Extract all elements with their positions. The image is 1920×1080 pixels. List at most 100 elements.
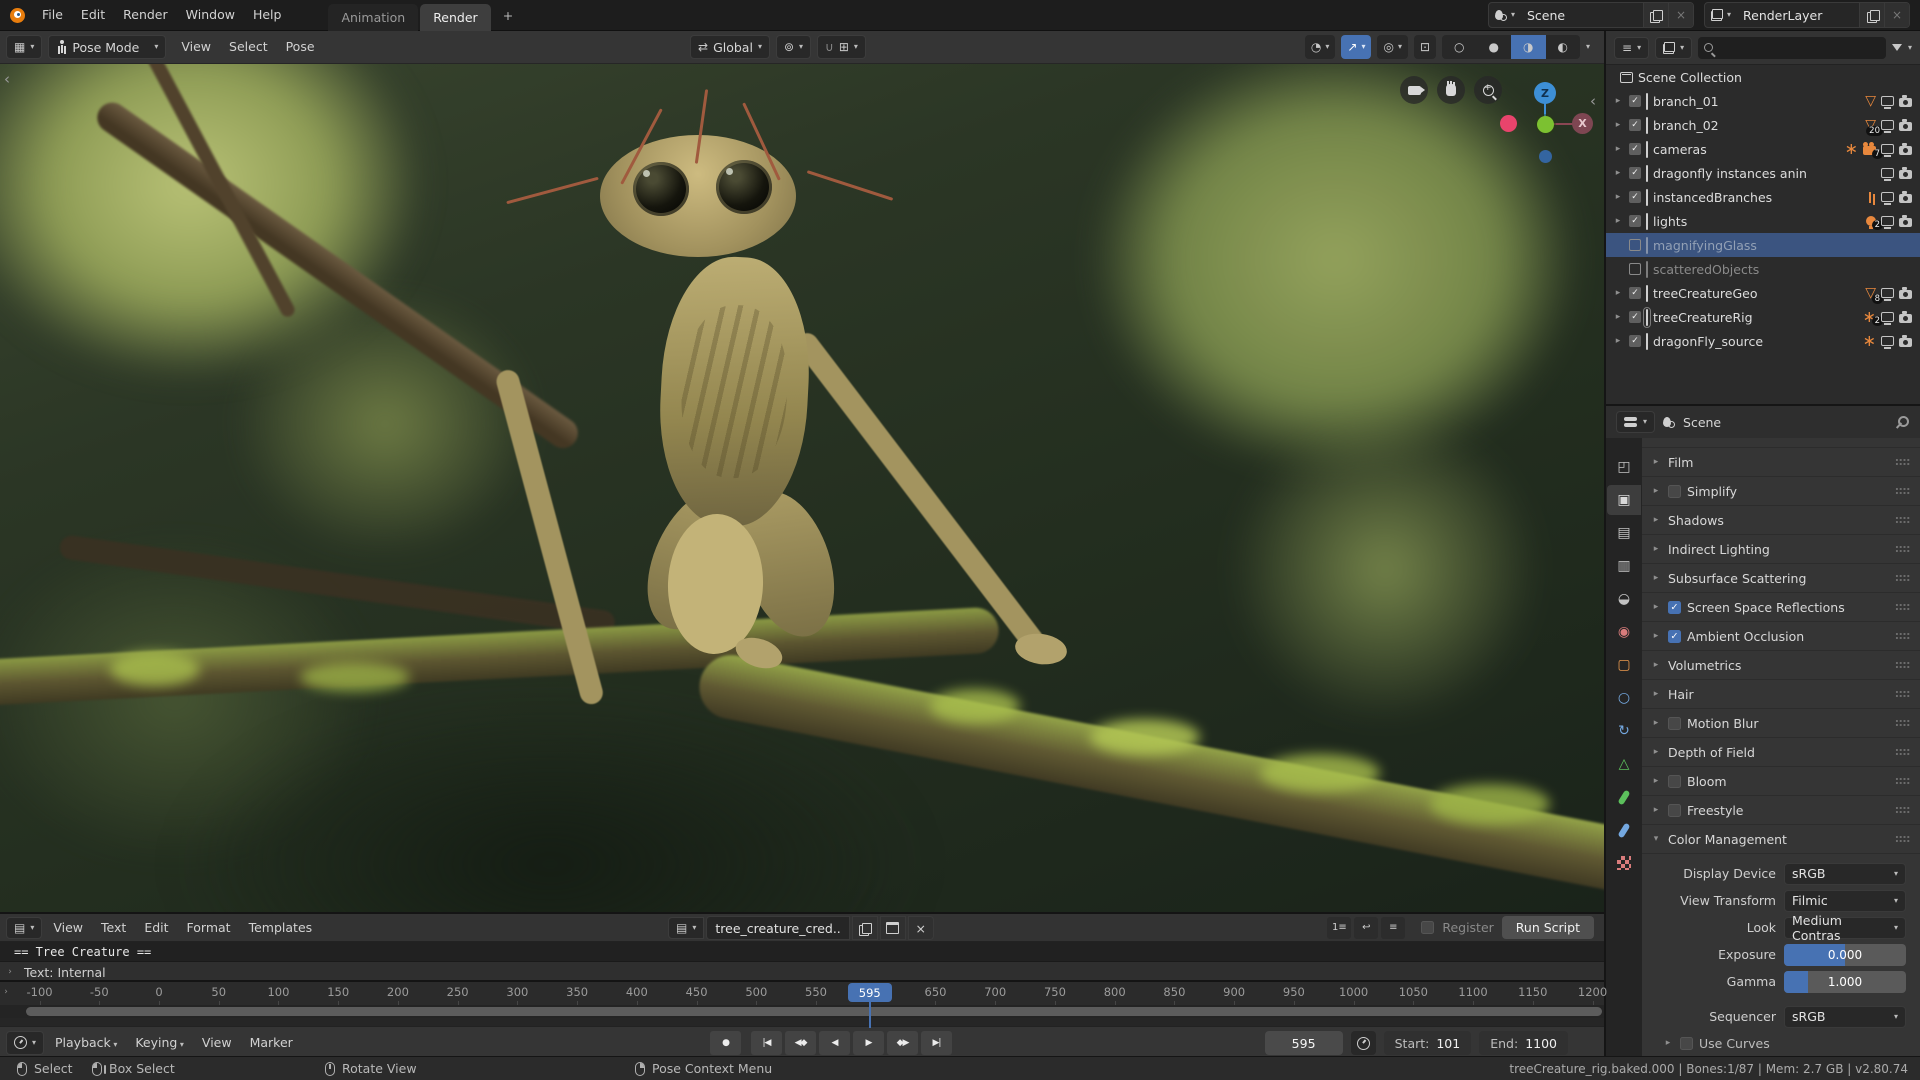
row-checkbox[interactable]: ✓ (1629, 119, 1641, 131)
text-open-button[interactable] (880, 916, 906, 940)
transform-orientation-selector[interactable]: ⇄ Global ▾ (690, 35, 770, 59)
text-menu-format[interactable]: Format (178, 913, 240, 943)
expand-icon[interactable]: ▸ (1612, 96, 1624, 106)
workspace-tab-render[interactable]: Render (420, 4, 491, 31)
field-exposure-slider[interactable]: 0.000 (1784, 944, 1906, 966)
row-checkbox[interactable]: ✓ (1629, 191, 1641, 203)
drag-dots-icon[interactable] (1895, 458, 1910, 466)
outliner-row-instancedbranches[interactable]: ▸✓instancedBranches (1606, 185, 1920, 209)
panel-volumetrics[interactable]: ▸Volumetrics (1642, 651, 1920, 680)
expand-icon[interactable]: › (4, 967, 16, 977)
expand-icon[interactable]: ▸ (1612, 312, 1624, 322)
expand-icon[interactable]: ▸ (1612, 288, 1624, 298)
field-display-device-select[interactable]: sRGB▾ (1784, 863, 1906, 885)
properties-tab-bone[interactable] (1607, 782, 1641, 812)
text-datablock-dropdown[interactable]: ▤▾ (668, 917, 704, 939)
timeline-scrollbar[interactable] (0, 1005, 1604, 1018)
workspace-tab-animation[interactable]: Animation (328, 4, 418, 31)
row-checkbox[interactable]: ✓ (1629, 287, 1641, 299)
previous-keyframe-button[interactable]: ◀◆ (785, 1031, 816, 1055)
outliner-row-branch-02[interactable]: ▸✓branch_02▽20 (1606, 113, 1920, 137)
text-content[interactable]: == Tree Creature == (0, 942, 1604, 961)
field-view-transform-select[interactable]: Filmic▾ (1784, 890, 1906, 912)
drag-dots-icon[interactable] (1895, 748, 1910, 756)
panel-hair[interactable]: ▸Hair (1642, 680, 1920, 709)
expand-icon[interactable]: ▸ (1612, 120, 1624, 130)
expand-icon[interactable]: ▾ (1650, 834, 1662, 844)
expand-icon[interactable]: ▸ (1612, 192, 1624, 202)
panel-checkbox[interactable] (1668, 804, 1681, 817)
panel-checkbox[interactable] (1668, 717, 1681, 730)
toolbar-collapse-arrow[interactable]: ‹ (4, 70, 10, 88)
scene-unlink-button[interactable]: × (1668, 3, 1693, 27)
syntax-highlight-toggle[interactable]: ≡ (1381, 917, 1405, 939)
outliner-row-scatteredobjects[interactable]: scatteredObjects (1606, 257, 1920, 281)
timeline-menu-playback[interactable]: Playback ▾ (46, 1028, 126, 1058)
object-visibility-toggle[interactable]: ◔▾ (1305, 35, 1336, 59)
expand-icon[interactable]: ▸ (1650, 573, 1662, 583)
panel-simplify[interactable]: ▸Simplify (1642, 477, 1920, 506)
expand-icon[interactable]: ▸ (1662, 1038, 1674, 1048)
timeline-menu-view[interactable]: View (193, 1028, 241, 1058)
panel-checkbox[interactable] (1668, 775, 1681, 788)
outliner-row-branch-01[interactable]: ▸✓branch_01▽ (1606, 89, 1920, 113)
preview-range-button[interactable] (1351, 1031, 1376, 1055)
outliner-filter-type[interactable]: ▾ (1655, 37, 1692, 59)
hide-in-viewport-icon[interactable] (1881, 216, 1894, 226)
panel-bloom[interactable]: ▸Bloom (1642, 767, 1920, 796)
expand-icon[interactable]: ▸ (1650, 544, 1662, 554)
camera-view-button[interactable] (1400, 76, 1428, 104)
row-checkbox[interactable] (1629, 263, 1641, 275)
proportional-editing-icon[interactable]: ⊞ (839, 41, 849, 53)
shading-material-button[interactable]: ◑ (1511, 35, 1545, 59)
editor-type-selector[interactable]: ▦▾ (6, 35, 42, 59)
shading-dropdown[interactable]: ▾ (1586, 43, 1590, 51)
text-new-button[interactable] (852, 916, 878, 940)
hide-in-viewport-icon[interactable] (1881, 336, 1894, 346)
text-menu-view[interactable]: View (44, 913, 92, 943)
timeline-editor-type[interactable]: ▾ (6, 1031, 44, 1055)
timeline-menu-keying[interactable]: Keying ▾ (126, 1028, 193, 1058)
render-layer-name-field[interactable]: RenderLayer (1737, 3, 1859, 27)
layer-selector-dropdown[interactable]: ▾ (1705, 3, 1737, 27)
properties-tab-object[interactable]: ▢ (1607, 650, 1641, 680)
blender-logo-icon[interactable] (10, 8, 25, 23)
xray-toggle[interactable]: ⊡ (1414, 35, 1436, 59)
row-checkbox[interactable]: ✓ (1629, 335, 1641, 347)
properties-tab-constraints[interactable]: ↻ (1607, 716, 1641, 746)
filter-funnel-icon[interactable] (1892, 44, 1902, 51)
outliner-row-lights[interactable]: ▸✓lights2 (1606, 209, 1920, 233)
drag-dots-icon[interactable] (1895, 777, 1910, 785)
layer-unlink-button[interactable]: × (1884, 3, 1909, 27)
snap-target-selector[interactable]: ⊚▾ (776, 35, 811, 59)
properties-tab-render[interactable]: ▣ (1607, 485, 1641, 515)
hide-in-viewport-icon[interactable] (1881, 96, 1894, 106)
disable-in-render-icon[interactable] (1899, 290, 1912, 299)
disable-in-render-icon[interactable] (1899, 194, 1912, 203)
viewport-menu-view[interactable]: View (172, 32, 220, 62)
register-checkbox[interactable] (1421, 921, 1434, 934)
expand-icon[interactable]: › (0, 987, 12, 997)
panel-color-management[interactable]: ▾Color Management (1642, 825, 1920, 854)
timeline-ruler[interactable]: › 595 -100-50050100150200250300350400450… (0, 982, 1604, 1005)
disable-in-render-icon[interactable] (1899, 170, 1912, 179)
panel-indirect-lighting[interactable]: ▸Indirect Lighting (1642, 535, 1920, 564)
properties-tab-tool[interactable]: ◰ (1607, 452, 1641, 482)
panel-checkbox[interactable]: ✓ (1668, 601, 1681, 614)
scene-name-field[interactable]: Scene (1521, 3, 1643, 27)
properties-tab-bone-constraint[interactable] (1607, 815, 1641, 845)
properties-tab-physics[interactable]: ○ (1607, 683, 1641, 713)
layer-copy-button[interactable] (1859, 3, 1884, 27)
play-reverse-button[interactable]: ◀ (819, 1031, 850, 1055)
drag-dots-icon[interactable] (1895, 661, 1910, 669)
panel-checkbox[interactable] (1668, 485, 1681, 498)
outliner-row-dragonfly-source[interactable]: ▸✓dragonFly_source∗ (1606, 329, 1920, 353)
viewport-menu-pose[interactable]: Pose (277, 32, 324, 62)
gizmo-z-positive[interactable]: Z (1534, 82, 1556, 104)
scrollbar-thumb[interactable] (26, 1007, 1602, 1016)
row-checkbox[interactable]: ✓ (1629, 95, 1641, 107)
start-frame-field[interactable]: Start: 101 (1384, 1031, 1472, 1055)
hide-in-viewport-icon[interactable] (1881, 312, 1894, 322)
row-checkbox[interactable]: ✓ (1629, 167, 1641, 179)
expand-icon[interactable]: ▸ (1650, 486, 1662, 496)
